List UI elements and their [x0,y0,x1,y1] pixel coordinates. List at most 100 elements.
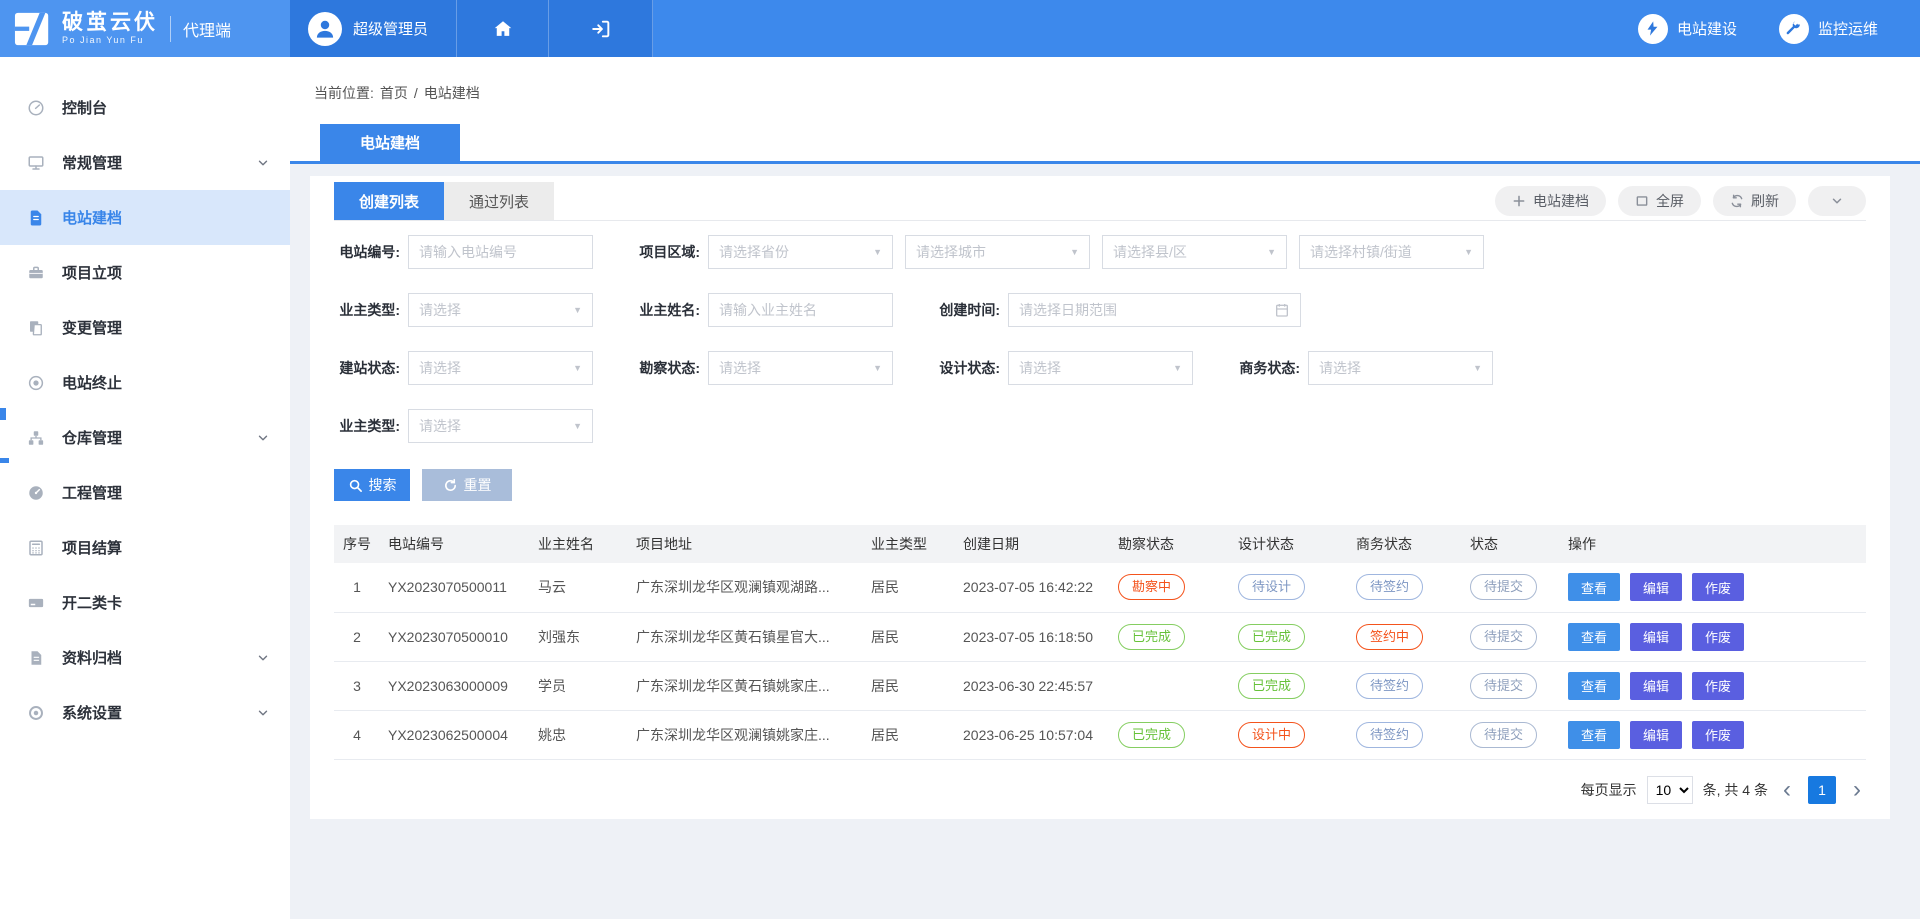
owner-type-select-2[interactable]: 请选择▼ [408,409,593,443]
per-page-select[interactable]: 10 [1647,776,1693,804]
nav-monitor-ops[interactable]: 监控运维 [1779,0,1878,57]
owner-type-cell: 居民 [863,563,955,612]
breadcrumb-home[interactable]: 首页 [380,83,408,103]
submit-status-cell: 待提交 [1462,710,1560,759]
collapse-button[interactable] [1808,186,1866,216]
sidebar-item-station-termination[interactable]: 电站终止 [0,355,290,410]
logout-icon [590,18,612,40]
sidebar-item-station-archive[interactable]: 电站建档 [0,190,290,245]
portal-label: 代理端 [183,17,231,41]
top-header: 破茧云伏 Po Jian Yun Fu 代理端 超级管理员 电站建设 监控运维 [0,0,1920,57]
chevron-down-icon: ▼ [1464,247,1473,257]
fullscreen-button[interactable]: 全屏 [1618,186,1701,216]
void-button[interactable]: 作废 [1692,721,1744,749]
divider [170,16,171,42]
sidebar-item-open-class2-card[interactable]: 开二类卡 [0,575,290,630]
build-status-select[interactable]: 请选择▼ [408,351,593,385]
filter-label: 建站状态: [334,358,400,378]
design-status-select[interactable]: 请选择▼ [1008,351,1193,385]
void-button[interactable]: 作废 [1692,672,1744,700]
brand: 破茧云伏 Po Jian Yun Fu 代理端 [0,0,290,57]
table-row: 3 YX2023063000009 学员 广东深圳龙华区黄石镇姚家庄... 居民… [334,661,1866,710]
sidebar-item-project-settlement[interactable]: 项目结算 [0,520,290,575]
nav-station-build[interactable]: 电站建设 [1638,0,1737,57]
sidebar-scrollbar[interactable] [0,408,6,420]
station-code-cell: YX2023063000009 [380,661,530,710]
home-button[interactable] [457,0,549,57]
reset-button[interactable]: 重置 [422,469,512,501]
survey-status-cell: 已完成 [1110,710,1230,759]
submit-status-badge: 待提交 [1470,673,1537,699]
sidebar-item-label: 电站终止 [62,372,122,393]
breadcrumb-bar: 当前位置: 首页 / 电站建档 电站建档 [290,57,1920,164]
sidebar-item-project-initiation[interactable]: 项目立项 [0,245,290,300]
breadcrumb: 当前位置: 首页 / 电站建档 [290,57,1920,103]
page-tab[interactable]: 电站建档 [320,124,460,161]
station-code-input[interactable] [408,235,593,269]
void-button[interactable]: 作废 [1692,623,1744,651]
user-menu[interactable]: 超级管理员 [290,0,457,57]
date-range-input[interactable]: 请选择日期范围 [1008,293,1301,327]
view-button[interactable]: 查看 [1568,672,1620,700]
filter-form: 电站编号:项目区域:请选择省份▼请选择城市▼请选择县/区▼请选择村镇/街道▼业主… [334,235,1866,443]
owner-type-cell: 居民 [863,612,955,661]
pagination: 每页显示 10 条, 共 4 条 ‹ 1 › [334,776,1866,804]
created-date-cell: 2023-06-25 10:57:04 [955,710,1110,759]
brand-title: 破茧云伏 [62,12,158,34]
city-select[interactable]: 请选择城市▼ [905,235,1090,269]
toolbar-actions: 电站建档 全屏 刷新 [1495,186,1866,216]
design-status-cell: 设计中 [1230,710,1348,759]
sidebar-scrollbar[interactable] [0,458,9,463]
tab-passed-list[interactable]: 通过列表 [444,182,554,220]
copy-icon [27,319,47,337]
void-button[interactable]: 作废 [1692,573,1744,601]
business-status-select[interactable]: 请选择▼ [1308,351,1493,385]
column-header: 业主姓名 [530,525,628,563]
business-status-badge: 签约中 [1356,624,1423,650]
design-status-cell: 已完成 [1230,612,1348,661]
index-cell: 3 [334,661,380,710]
sidebar-item-warehouse-management[interactable]: 仓库管理 [0,410,290,465]
sidebar-item-change-management[interactable]: 变更管理 [0,300,290,355]
view-button[interactable]: 查看 [1568,573,1620,601]
index-cell: 4 [334,710,380,759]
refresh-button[interactable]: 刷新 [1713,186,1796,216]
logout-button[interactable] [549,0,653,57]
owner-type-select[interactable]: 请选择▼ [408,293,593,327]
design-status-cell: 待设计 [1230,563,1348,612]
sidebar-item-label: 变更管理 [62,317,122,338]
briefcase-icon [27,264,47,282]
document-icon [27,209,47,227]
sidebar-item-engineering-management[interactable]: 工程管理 [0,465,290,520]
sidebar-item-system-settings[interactable]: 系统设置 [0,685,290,740]
edit-button[interactable]: 编辑 [1630,672,1682,700]
create-station-button[interactable]: 电站建档 [1495,186,1606,216]
sidebar-item-data-archive[interactable]: 资料归档 [0,630,290,685]
prev-page-button[interactable]: ‹ [1778,778,1796,802]
owner-name-input[interactable] [708,293,893,327]
edit-button[interactable]: 编辑 [1630,623,1682,651]
edit-button[interactable]: 编辑 [1630,721,1682,749]
brand-subtitle: Po Jian Yun Fu [62,36,158,45]
sidebar: 控制台 常规管理 电站建档 项目立项 变更管理 电站终止 仓库管理 工程管理 项… [0,57,290,919]
tab-create-list[interactable]: 创建列表 [334,182,444,220]
province-select[interactable]: 请选择省份▼ [708,235,893,269]
town-select[interactable]: 请选择村镇/街道▼ [1299,235,1484,269]
card-icon [27,594,47,612]
current-page[interactable]: 1 [1808,776,1836,804]
search-button[interactable]: 搜索 [334,469,410,501]
owner-name-cell: 马云 [530,563,628,612]
sidebar-item-general-management[interactable]: 常规管理 [0,135,290,190]
district-select[interactable]: 请选择县/区▼ [1102,235,1287,269]
created-date-cell: 2023-06-30 22:45:57 [955,661,1110,710]
edit-button[interactable]: 编辑 [1630,573,1682,601]
filter-label: 业主姓名: [634,300,700,320]
view-button[interactable]: 查看 [1568,721,1620,749]
view-button[interactable]: 查看 [1568,623,1620,651]
survey-status-select[interactable]: 请选择▼ [708,351,893,385]
sidebar-item-console[interactable]: 控制台 [0,80,290,135]
design-status-badge: 已完成 [1238,673,1305,699]
created-date-cell: 2023-07-05 16:18:50 [955,612,1110,661]
survey-status-badge: 勘察中 [1118,574,1185,600]
next-page-button[interactable]: › [1848,778,1866,802]
